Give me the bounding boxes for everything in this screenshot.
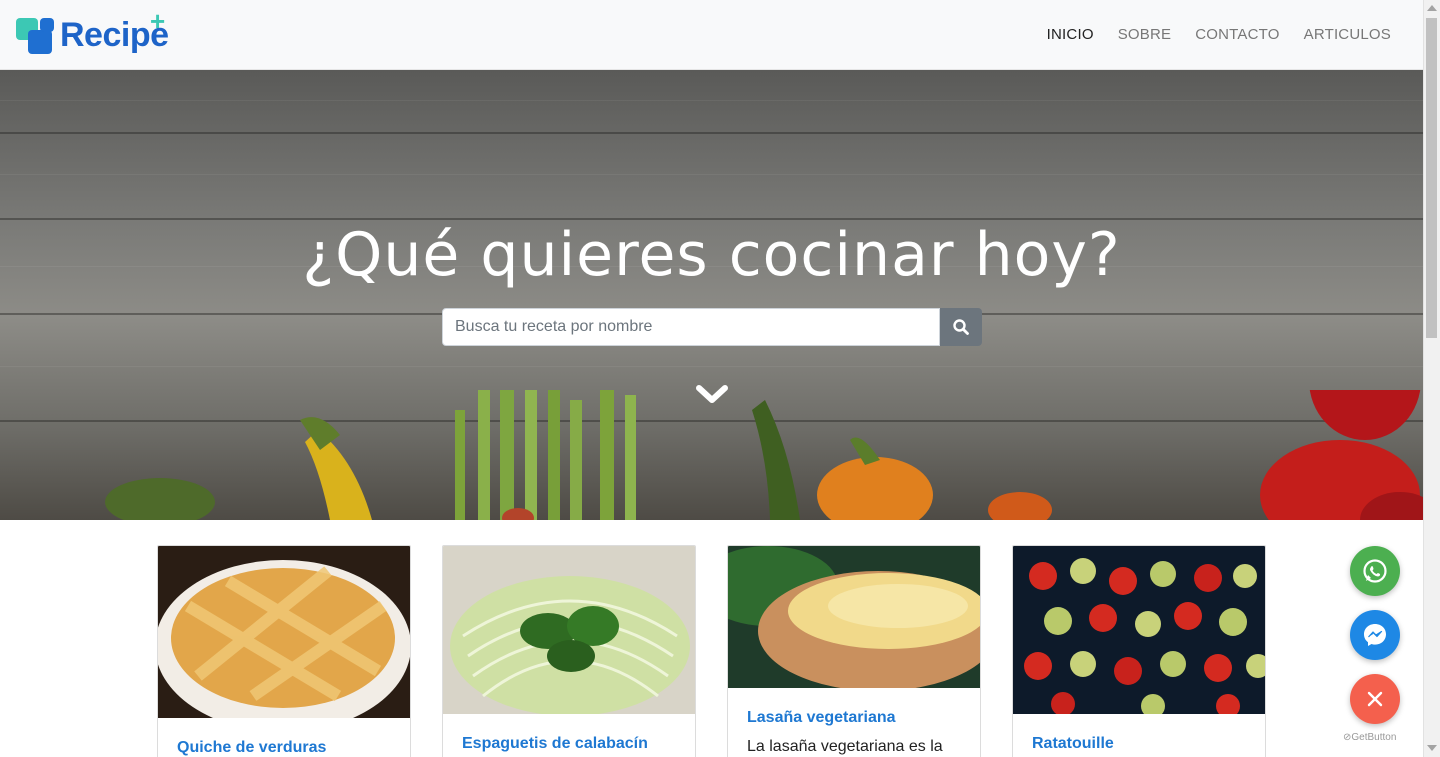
nav-item-inicio[interactable]: INICIO bbox=[1047, 26, 1094, 43]
recipe-card[interactable]: Lasaña vegetariana La lasaña vegetariana… bbox=[727, 545, 981, 757]
wood-grain bbox=[0, 174, 1423, 175]
main-nav: INICIO SOBRE CONTACTO ARTICULOS bbox=[1047, 26, 1391, 43]
card-title[interactable]: Espaguetis de calabacín bbox=[462, 735, 648, 753]
wood-grain bbox=[0, 366, 1423, 367]
whatsapp-button[interactable] bbox=[1350, 546, 1400, 596]
recipe-search bbox=[442, 308, 982, 346]
close-icon bbox=[1367, 691, 1383, 707]
whatsapp-icon bbox=[1363, 559, 1387, 583]
getbutton-label: GetButton bbox=[1351, 732, 1397, 743]
vegetables-illustration bbox=[105, 390, 1423, 520]
search-icon bbox=[953, 319, 969, 335]
card-text: La lasaña vegetariana es la bbox=[747, 738, 943, 755]
nav-item-articulos[interactable]: ARTICULOS bbox=[1304, 26, 1391, 43]
card-image-quiche bbox=[158, 546, 410, 732]
scroll-up-arrow-icon[interactable] bbox=[1427, 5, 1437, 11]
messenger-button[interactable] bbox=[1350, 610, 1400, 660]
nav-item-sobre[interactable]: SOBRE bbox=[1118, 26, 1172, 43]
card-title[interactable]: Quiche de verduras bbox=[177, 739, 326, 757]
brand-logo[interactable]: Recipe + bbox=[16, 6, 176, 58]
wood-plank-line bbox=[0, 132, 1423, 134]
nav-item-contacto[interactable]: CONTACTO bbox=[1195, 26, 1279, 43]
navbar: Recipe + INICIO SOBRE CONTACTO ARTICULOS bbox=[0, 0, 1423, 70]
logo-block-blue bbox=[28, 30, 52, 54]
getbutton-credit[interactable]: ⊘GetButton bbox=[1343, 732, 1396, 743]
card-image-ratatouille bbox=[1013, 546, 1265, 718]
messenger-icon bbox=[1364, 624, 1386, 646]
hero-title: ¿Qué quieres cocinar hoy? bbox=[302, 220, 1121, 290]
card-title[interactable]: Lasaña vegetariana bbox=[747, 709, 896, 727]
scrollbar-thumb[interactable] bbox=[1426, 18, 1437, 338]
logo-block-blue-small bbox=[40, 18, 54, 32]
recipe-card[interactable]: Espaguetis de calabacín bbox=[442, 545, 696, 757]
hero-banner: ¿Qué quieres cocinar hoy? bbox=[0, 70, 1423, 520]
chevron-down-icon[interactable] bbox=[694, 382, 730, 406]
card-image-lasagna bbox=[728, 546, 980, 691]
scroll-down-arrow-icon[interactable] bbox=[1427, 745, 1437, 751]
recipe-card[interactable]: Ratatouille bbox=[1012, 545, 1266, 757]
brand-plus-icon: + bbox=[150, 6, 166, 36]
close-fab-button[interactable] bbox=[1350, 674, 1400, 724]
search-button[interactable] bbox=[940, 308, 982, 346]
search-input[interactable] bbox=[442, 308, 940, 346]
card-image-zucchini-spaghetti bbox=[443, 546, 695, 716]
wood-grain bbox=[0, 100, 1423, 101]
recipe-card[interactable]: Quiche de verduras bbox=[157, 545, 411, 757]
card-title[interactable]: Ratatouille bbox=[1032, 735, 1114, 753]
